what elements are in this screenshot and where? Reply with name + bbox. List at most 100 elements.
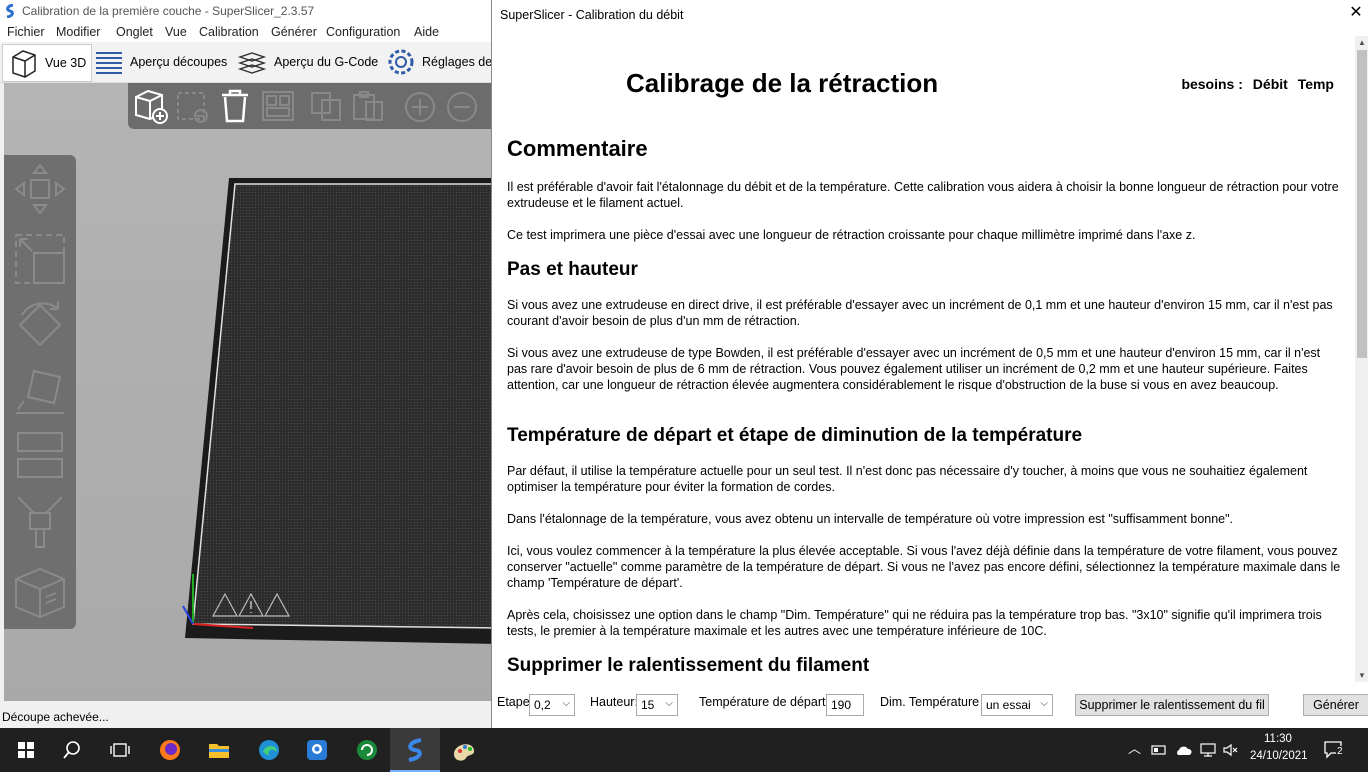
chevron-up-icon[interactable]: ︿ [1128,738,1141,757]
paragraph-text: Dans l'étalonnage de la température, vou… [507,512,1234,526]
temp-depart-value: 190 [831,698,852,712]
scroll-thumb[interactable] [1357,50,1367,358]
section-commentaire: Commentaire [507,136,1342,162]
layers-icon [96,52,122,74]
tab-reglages-label: Réglages de [422,55,493,69]
sla-support-icon[interactable] [12,563,68,623]
tab-reglages[interactable]: Réglages de [386,44,492,80]
task-view-icon[interactable] [106,736,134,764]
windows-taskbar: ︿ 11:30 24/10/2021 2 [0,728,1368,772]
generate-button[interactable]: Générer [1303,694,1368,716]
network-icon[interactable] [1199,741,1217,759]
etape-label: Etape: [497,695,534,709]
move-icon[interactable] [12,161,68,217]
view-tabs: Vue 3D Aperçu découpes Aperçu du G-Code … [0,42,492,83]
print-bed [182,178,492,644]
notification-count: 2 [1336,746,1344,757]
close-icon: ✕ [1349,4,1363,21]
paste-icon[interactable] [350,89,386,123]
tab-vue-3d[interactable]: Vue 3D [2,44,92,82]
hauteur-label: Hauteur: [590,695,638,709]
menu-vue[interactable]: Vue [165,25,187,39]
tab-apercu-decoupes-label: Aperçu découpes [130,55,228,69]
tab-apercu-gcode-label: Aperçu du G-Code [274,55,379,69]
gcode-layers-icon [237,52,267,74]
etape-select[interactable]: 0,2 ⌵ [529,694,575,716]
chevron-down-icon: ⌵ [665,698,673,709]
chevron-down-icon: ⌵ [1040,698,1048,709]
menu-fichier[interactable]: Fichier [7,25,45,39]
calibration-controls: Etape: 0,2 ⌵ Hauteur: 15 ⌵ Température d… [492,690,1368,724]
temp-depart-input[interactable]: 190 [826,694,864,716]
edge-icon[interactable] [255,736,283,764]
gizmo-toolbar [4,155,76,629]
main-titlebar: Calibration de la première couche - Supe… [0,0,492,22]
paragraph: Ce test imprimera une pièce d'essai avec… [507,227,1342,243]
menu-aide[interactable]: Aide [414,25,439,39]
section-temperature: Température de départ et étape de diminu… [507,425,1342,447]
menu-generer[interactable]: Générer [271,25,317,39]
paragraph: Ici, vous voulez commencer à la températ… [507,543,1342,591]
taskbar-superslicer-active[interactable] [390,728,440,772]
superslicer-logo-icon [6,4,14,18]
requirement-temp: Temp [1297,76,1334,92]
section-title: Pas et hauteur [507,259,638,280]
arrange-icon[interactable] [260,89,296,123]
scroll-down-icon[interactable]: ▼ [1358,671,1366,680]
close-button[interactable]: ✕ [1345,2,1367,24]
temp-depart-label: Température de départ : [699,695,833,709]
status-text: Découpe achevée... [2,710,109,724]
menu-configuration[interactable]: Configuration [326,25,400,39]
file-explorer-icon[interactable] [205,736,233,764]
add-object-icon[interactable] [132,87,170,125]
etape-value: 0,2 [534,698,551,712]
help-content[interactable]: Calibrage de la rétraction besoins : Déb… [492,36,1352,682]
volume-muted-icon[interactable] [1222,741,1240,759]
tab-apercu-gcode[interactable]: Aperçu du G-Code [236,44,378,80]
place-on-face-icon[interactable] [12,363,68,419]
remove-instance-icon[interactable] [444,89,480,125]
dim-temp-select[interactable]: un essai ⌵ [981,694,1053,716]
trash-icon[interactable] [218,87,252,125]
notification-center-button[interactable]: 2 [1322,738,1348,762]
battery-icon[interactable] [1151,742,1167,758]
clock-time: 11:30 [1264,733,1292,745]
prusa-app-icon[interactable] [353,736,381,764]
superslicer-icon [408,738,422,762]
paragraph: Par défaut, il utilise la température ac… [507,463,1342,495]
3d-viewport[interactable] [4,83,492,701]
menu-modifier[interactable]: Modifier [56,25,100,39]
paragraph-text: Si vous avez une extrudeuse en direct dr… [507,298,1333,328]
vertical-scrollbar[interactable]: ▲ ▼ [1355,36,1368,682]
onedrive-cloud-icon[interactable] [1174,742,1192,758]
copy-icon[interactable] [308,89,344,123]
page-title: Calibrage de la rétraction [626,68,939,98]
search-icon[interactable] [58,736,86,764]
tab-apercu-decoupes[interactable]: Aperçu découpes [94,44,227,80]
rotate-icon[interactable] [12,297,68,353]
menu-calibration[interactable]: Calibration [199,25,259,39]
section-title: Température de départ et étape de diminu… [507,425,1083,446]
hauteur-select[interactable]: 15 ⌵ [636,694,678,716]
webcam-app-icon[interactable] [303,736,331,764]
section-title: Commentaire [507,136,648,161]
scroll-up-icon[interactable]: ▲ [1358,38,1366,47]
add-instance-icon[interactable] [402,89,438,125]
dim-temp-label: Dim. Température : [880,695,987,709]
paragraph-text: Par défaut, il utilise la température ac… [507,464,1308,494]
paragraph-text: Après cela, choisissez une option dans l… [507,608,1322,638]
firefox-icon[interactable] [156,736,184,764]
paragraph-text: Ici, vous voulez commencer à la températ… [507,544,1341,590]
scale-icon[interactable] [12,231,68,287]
paint-brush-icon[interactable] [12,493,68,553]
remove-slowdown-button[interactable]: Supprimer le ralentissement du fil [1075,694,1269,716]
paint-app-icon[interactable] [450,736,478,764]
section-pas-hauteur: Pas et hauteur [507,259,1342,281]
menu-onglet[interactable]: Onglet [116,25,153,39]
windows-start-icon[interactable] [12,736,40,764]
gear-icon [388,49,414,75]
clock-date: 24/10/2021 [1250,750,1308,762]
delete-object-icon[interactable] [174,89,210,125]
paragraph: Si vous avez une extrudeuse en direct dr… [507,297,1342,329]
cut-icon[interactable] [12,427,68,483]
